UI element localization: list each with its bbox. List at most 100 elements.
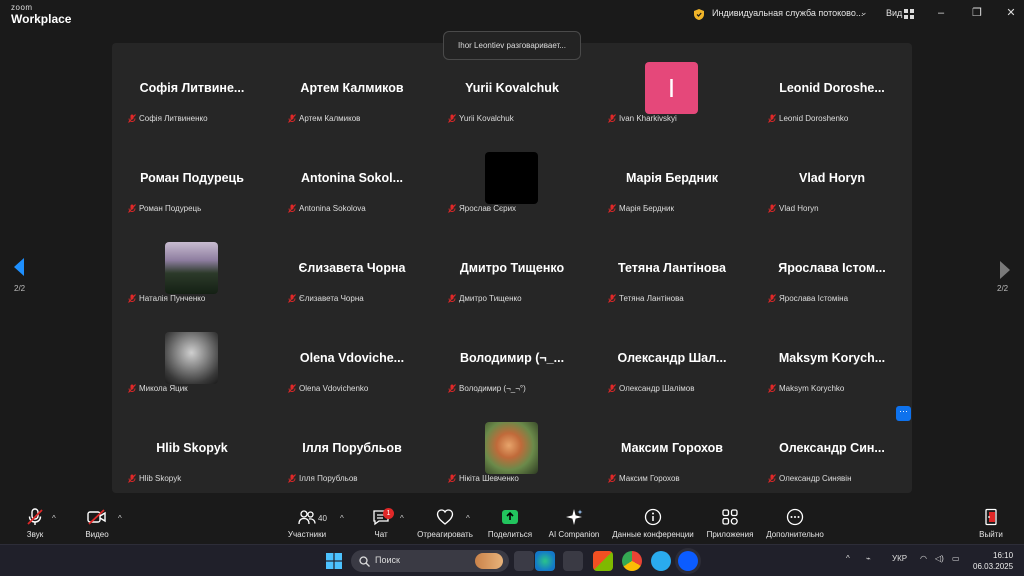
participant-name-label: Марія Бердник [608,204,674,213]
volume-icon[interactable]: ◁) [935,554,944,563]
battery-icon[interactable]: ▭ [952,554,960,563]
muted-mic-icon [288,114,296,123]
chevron-down-icon[interactable]: ⌄ [860,7,868,18]
participant-tile[interactable]: Наталія Пунченко [112,223,272,313]
muted-mic-icon [768,384,776,393]
participant-avatar: I [645,62,698,114]
participant-display-name: Софія Литвине... [139,81,245,95]
task-view-icon[interactable] [514,551,534,571]
active-speaker-tooltip: Ihor Leontiev разговаривает... [443,31,581,60]
service-name[interactable]: Индивидуальная служба потоково... [712,8,863,18]
participant-avatar [165,242,218,294]
participant-display-name: Олександр Син... [779,441,885,455]
tray-chevron-icon[interactable]: ^ [846,554,850,563]
windows-start-icon[interactable] [326,553,342,569]
participant-tile[interactable]: Софія Литвине... Софія Литвиненко [112,43,272,133]
participant-display-name: Володимир (¬_... [459,351,565,365]
ai-companion-button[interactable]: AI Companion [529,508,619,539]
participants-count: 40 [318,514,327,523]
taskbar-search[interactable]: Поиск [351,550,509,572]
next-page-icon[interactable] [998,260,1012,280]
store-icon[interactable] [593,551,613,571]
participant-tile[interactable]: Antonina Sokol... Antonina Sokolova [272,133,432,223]
keyboard-language[interactable]: УКР [892,554,907,563]
search-placeholder: Поиск [375,555,400,565]
tray-network-icon[interactable]: ⌁ [866,554,871,563]
participant-tile[interactable]: Марія Бердник Марія Бердник [592,133,752,223]
participant-tile[interactable]: Vlad Horyn Vlad Horyn [752,133,912,223]
participant-display-name: Максим Горохов [621,441,723,455]
video-gallery: Софія Литвине... Софія Литвиненко Артем Ка… [112,43,912,493]
participant-name: Микола Яцик [139,384,188,393]
participant-tile[interactable]: Maksym Korych... Maksym Korychko [752,313,912,403]
grid-view-icon[interactable] [904,9,914,19]
video-options-caret[interactable]: ^ [118,514,122,523]
muted-mic-icon [768,294,776,303]
tile-more-options-button[interactable]: ··· [896,406,911,421]
participant-tile[interactable]: Максим Горохов Максим Горохов [592,403,752,493]
participant-tile[interactable]: Єлизавета Чорна Єлизавета Чорна [272,223,432,313]
participant-name: Тетяна Лантінова [619,294,684,303]
participant-name-label: Ярослава Істоміна [768,294,848,303]
participant-tile[interactable]: I Ivan Kharkivskyi [592,43,752,133]
leave-icon [985,508,997,526]
muted-mic-icon [128,474,136,483]
search-highlight-icon [475,553,503,569]
minimize-icon[interactable]: – [934,6,948,20]
participant-tile[interactable]: Дмитро Тищенко Дмитро Тищенко [432,223,592,313]
more-label: Дополнительно [766,530,824,539]
meeting-toolbar: Звук ^ Видео ^ Участники 40 ^ Чат 1 ^ От… [0,500,1024,544]
participant-display-name: Vlad Horyn [799,171,865,185]
participant-name-label: Ivan Kharkivskyi [608,114,677,123]
leave-button[interactable]: Выйти [946,508,1024,539]
telegram-icon[interactable] [651,551,671,571]
file-explorer-icon[interactable] [563,551,583,571]
participant-name: Leonid Doroshenko [779,114,849,123]
shield-icon[interactable] [694,9,704,20]
close-icon[interactable]: ✕ [1004,6,1018,20]
muted-mic-icon [448,204,456,213]
muted-mic-icon [608,294,616,303]
wifi-icon[interactable]: ◠ [920,554,927,563]
participant-name: Ivan Kharkivskyi [619,114,677,123]
participant-tile[interactable]: Leonid Doroshe... Leonid Doroshenko [752,43,912,133]
participant-tile[interactable]: Тетяна Лантінова Тетяна Лантінова [592,223,752,313]
participant-tile[interactable]: Ілля Порубльов Ілля Порубльов [272,403,432,493]
participant-tile[interactable]: Володимир (¬_... Володимир (¬_¬°) [432,313,592,403]
view-button[interactable]: Вид [886,8,902,18]
edge-browser-icon[interactable] [535,551,555,571]
chrome-icon[interactable] [622,551,642,571]
muted-mic-icon [128,114,136,123]
previous-page-icon[interactable] [12,257,26,277]
leave-label: Выйти [979,530,1003,539]
participant-tile[interactable]: Нікіта Шевченко [432,403,592,493]
participant-display-name: Olena Vdoviche... [299,351,405,365]
muted-mic-icon [448,294,456,303]
more-button[interactable]: Дополнительно [750,508,840,539]
video-button[interactable]: Видео [52,508,142,539]
muted-mic-icon [448,474,456,483]
participant-display-name: Дмитро Тищенко [459,261,565,275]
system-clock[interactable]: 16:10 06.03.2025 [973,550,1013,572]
page-indicator-right: 2/2 [997,284,1009,293]
participant-name-label: Yurii Kovalchuk [448,114,514,123]
participant-tile[interactable]: Ярослав Сєрих [432,133,592,223]
participant-name-label: Олександр Синявін [768,474,852,483]
zoom-app-icon[interactable] [678,551,698,571]
participant-tile[interactable]: Олександр Син... Олександр Синявін [752,403,912,493]
participant-display-name: Роман Подурець [140,171,244,185]
participant-tile[interactable]: Ярослава Істом... Ярослава Істоміна [752,223,912,313]
participant-tile[interactable]: Роман Подурець Роман Подурець [112,133,272,223]
participant-name-label: Роман Подурець [128,204,201,213]
participant-avatar [485,152,538,204]
muted-mic-icon [288,384,296,393]
participant-tile[interactable]: Артем Калмиков Артем Калмиков [272,43,432,133]
muted-mic-icon [128,204,136,213]
video-label: Видео [85,530,109,539]
participant-tile[interactable]: Олександр Шал... Олександр Шалімов [592,313,752,403]
participant-tile[interactable]: Hlib Skopyk Hlib Skopyk [112,403,272,493]
restore-icon[interactable]: ❐ [970,6,984,20]
participant-tile[interactable]: Olena Vdoviche... Olena Vdovichenko [272,313,432,403]
participant-name-label: Ярослав Сєрих [448,204,516,213]
participant-tile[interactable]: Микола Яцик [112,313,272,403]
